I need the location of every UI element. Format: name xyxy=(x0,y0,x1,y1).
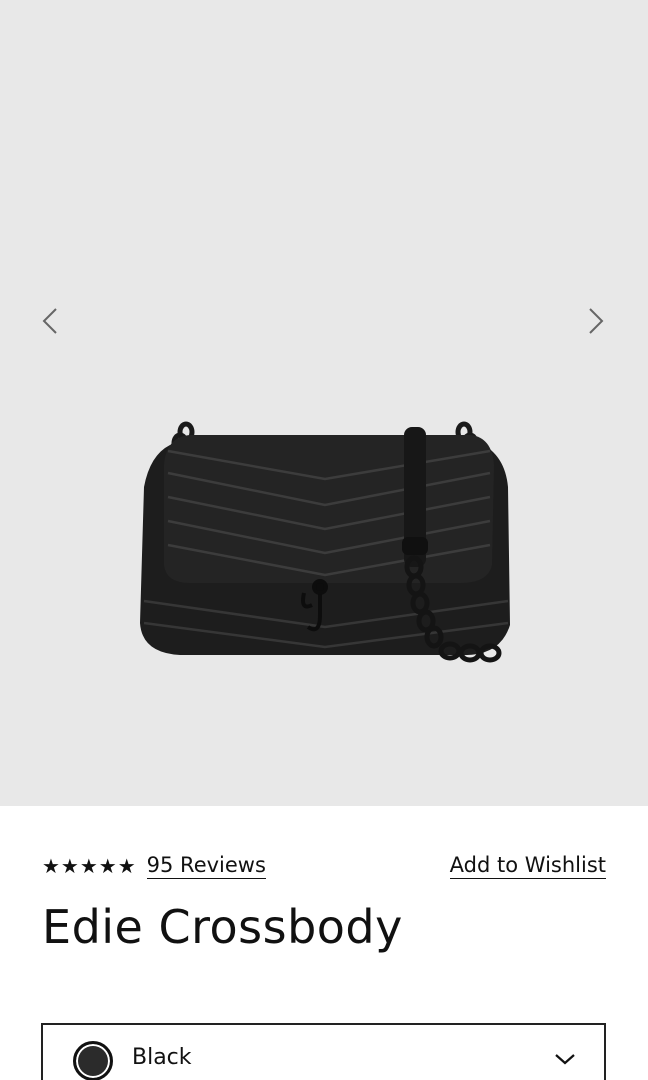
color-swatch xyxy=(73,1041,113,1080)
star-rating-icon: ★★★★★ xyxy=(42,853,137,878)
product-meta-row: ★★★★★ 95 Reviews Add to Wishlist xyxy=(42,850,606,882)
previous-image-button[interactable] xyxy=(30,300,70,342)
rating: ★★★★★ 95 Reviews xyxy=(42,853,266,879)
reviews-link[interactable]: 95 Reviews xyxy=(146,853,266,879)
color-select[interactable]: Black xyxy=(41,1023,606,1080)
selected-color-label: Black xyxy=(132,1045,192,1070)
chevron-left-icon xyxy=(42,308,57,334)
chevron-down-icon xyxy=(555,1054,575,1065)
chevron-right-icon xyxy=(589,308,604,334)
next-image-button[interactable] xyxy=(576,300,616,342)
add-to-wishlist-link[interactable]: Add to Wishlist xyxy=(449,853,606,879)
product-image-gallery[interactable] xyxy=(0,0,648,806)
product-image xyxy=(140,421,510,663)
product-title: Edie Crossbody xyxy=(42,900,403,954)
